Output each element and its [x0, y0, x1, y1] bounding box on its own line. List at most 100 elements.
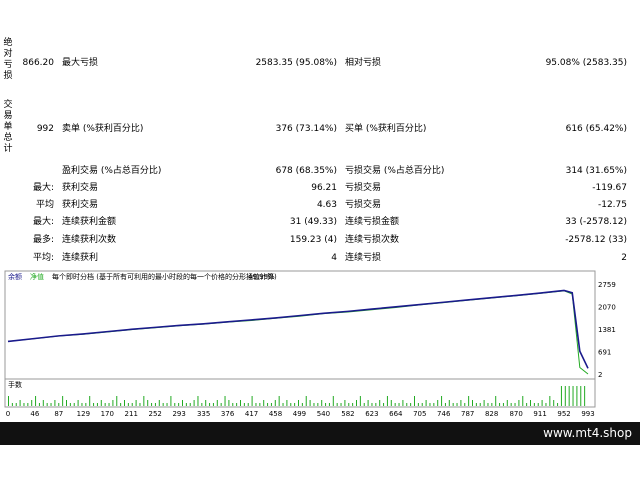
volume-bar [468, 396, 470, 406]
volume-bar [31, 400, 33, 406]
long-positions-value: 616 (65.42%) [565, 124, 627, 134]
volume-bar [584, 386, 586, 406]
volume-bar [11, 403, 13, 406]
volume-bar [151, 403, 153, 406]
x-tick-label: 376 [221, 410, 235, 418]
max-drawdown-label: 最大亏损 [62, 58, 99, 68]
volume-bar [448, 400, 450, 406]
volume-bar [502, 403, 504, 406]
volume-plot-frame [4, 378, 596, 408]
average-consecutive-wins-label: 连续获利 [62, 253, 99, 263]
volume-bar [487, 403, 489, 406]
volume-bar [193, 400, 195, 406]
volume-bar [205, 400, 207, 406]
volume-bar [421, 403, 423, 406]
volume-bar [317, 403, 319, 406]
volume-bar [414, 396, 415, 406]
volume-bar [363, 403, 365, 406]
x-tick-label: 828 [485, 410, 498, 418]
x-tick-label: 46 [30, 410, 39, 418]
volume-bar [236, 403, 238, 406]
volume-bar [263, 400, 265, 406]
max-drawdown-value: 2583.35 (95.08%) [255, 58, 337, 68]
volume-bar [19, 400, 21, 406]
volume-bar [340, 403, 342, 406]
volume-bar [390, 400, 392, 406]
x-tick-label: 582 [341, 410, 354, 418]
short-positions-value: 376 (73.14%) [275, 124, 337, 134]
largest-profit-label: 获利交易 [62, 183, 99, 193]
total-trades-value: 992 [36, 124, 54, 134]
average-profit-value: 4.63 [316, 200, 337, 210]
volume-bar [572, 386, 574, 406]
modeling-quality: 49.99% [248, 273, 275, 281]
x-tick-label: 335 [197, 410, 210, 418]
volume-bar [255, 403, 257, 406]
x-tick-label: 417 [245, 410, 258, 418]
volume-bar [564, 386, 566, 406]
x-tick-label: 211 [125, 410, 138, 418]
x-tick-label: 0 [6, 410, 10, 418]
volume-bar [472, 400, 473, 406]
volume-bar [402, 400, 404, 406]
volume-bar [108, 403, 110, 406]
volume-bar [398, 403, 400, 406]
volume-bar [46, 403, 48, 406]
volume-bar [147, 400, 149, 406]
volume-bar [545, 403, 547, 406]
volume-bar [240, 400, 241, 406]
largest-loss-value: -119.67 [592, 183, 627, 193]
y-tick-label: 691 [598, 349, 611, 357]
volume-bar [379, 400, 381, 406]
volume-bar [475, 403, 477, 406]
volume-bar [38, 403, 40, 406]
volume-bar [495, 396, 497, 406]
report-table: 绝对亏损 交易单总计 866.20 最大亏损 2583.35 (95.08%) … [0, 0, 640, 263]
volume-bar [352, 403, 354, 406]
x-tick-label: 87 [54, 410, 63, 418]
x-tick-label: 129 [77, 410, 90, 418]
maximal-consecutive-prefix: 最多: [32, 235, 54, 245]
x-tick-label: 252 [149, 410, 162, 418]
short-positions-label: 卖单 (%获利百分比) [62, 124, 144, 134]
volume-bar [309, 400, 311, 406]
maximal-consecutive-profit-label: 连续获利次数 [62, 235, 117, 245]
balance-chart-panel: 余额 净值 每个即时分档 (基于所有可利用的最小时段的每一个价格的分形插值计算)… [0, 266, 640, 422]
volume-bar [464, 403, 466, 406]
footer-area [0, 445, 640, 480]
section-total-trades-label: 交易单总计 [3, 100, 13, 154]
volume-bar [533, 403, 535, 406]
volume-bar [201, 403, 203, 406]
y-tick-label: 1381 [598, 326, 616, 334]
volume-bar [124, 400, 125, 406]
volume-bar [224, 396, 226, 406]
volume-bar [348, 403, 350, 406]
volume-bar [73, 403, 75, 406]
volume-bar [243, 403, 245, 406]
volume-bar [383, 403, 385, 406]
volume-bar [410, 403, 412, 406]
average-consecutive-wins-value: 4 [331, 253, 337, 263]
volume-bar [62, 396, 64, 406]
legend-equity: 净值 [30, 272, 44, 281]
volume-bar [158, 400, 160, 406]
volume-bar [42, 400, 44, 406]
volume-bar [58, 403, 60, 406]
x-tick-label: 499 [293, 410, 306, 418]
volume-bar [298, 400, 299, 406]
volume-bar [483, 400, 485, 406]
max-consecutive-prefix: 最大: [32, 217, 54, 227]
volume-bar [174, 403, 176, 406]
volume-bar [294, 403, 296, 406]
x-tick-label: 705 [413, 410, 426, 418]
volume-bar [359, 396, 361, 406]
volume-bar [425, 400, 427, 406]
volume-bar [178, 403, 180, 406]
max-consecutive-wins-label: 连续获利金额 [62, 217, 117, 227]
volume-bar [576, 386, 578, 406]
volume-bar [499, 403, 501, 406]
maximal-consecutive-loss-label: 连续亏损次数 [345, 235, 400, 245]
volume-bar [93, 403, 95, 406]
x-tick-label: 458 [269, 410, 282, 418]
volume-bar [553, 400, 555, 406]
